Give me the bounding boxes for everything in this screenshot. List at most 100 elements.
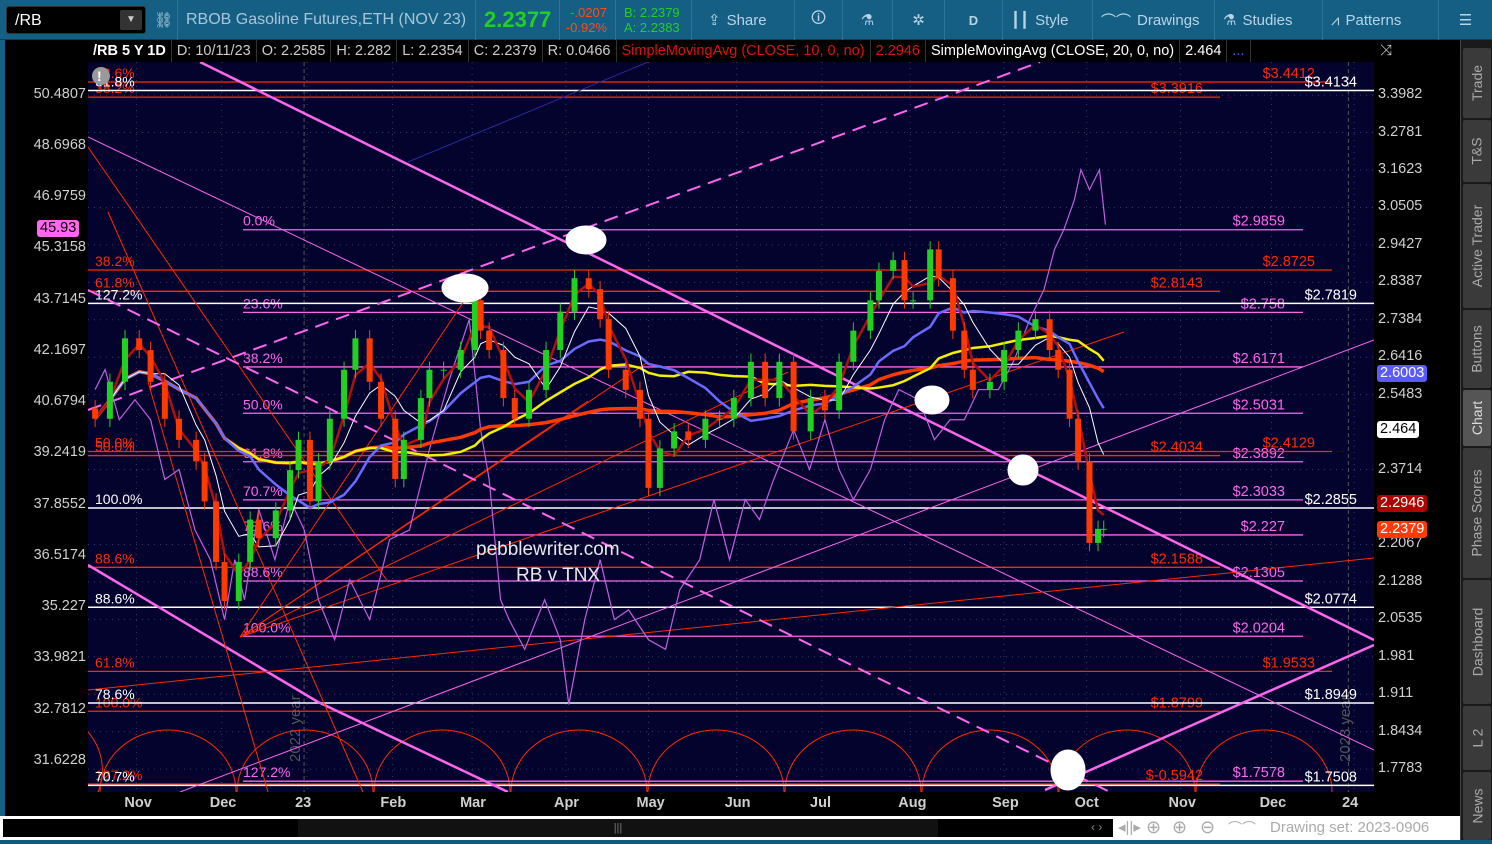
candle-body [272, 510, 279, 539]
link-icon[interactable]: ⛓ [148, 0, 178, 40]
crosshair-icon[interactable]: ⊕ [1146, 817, 1161, 838]
drawing-set-label[interactable]: Drawing set: 2023-0906 [1270, 819, 1429, 836]
price-axis[interactable]: 3.3982 3.2781 3.1623 3.0505 2.9427 2.8387 2.73… [1374, 62, 1460, 816]
aggregation-button[interactable]: D [945, 0, 1003, 40]
symbol-input[interactable]: /RB ▼ [6, 6, 146, 34]
tnx-tick-label: 31.6228 [33, 751, 86, 768]
price-badge: 2.464 [1377, 420, 1420, 438]
candle-body [417, 398, 424, 440]
candle-body [949, 278, 956, 331]
side-tab-news[interactable]: News [1463, 772, 1491, 840]
side-tab-l-2[interactable]: L 2 [1463, 706, 1491, 770]
candle-body [790, 361, 797, 432]
candle-body [1055, 350, 1062, 370]
sma20-label[interactable]: SimpleMovingAvg (CLOSE, 20, 0, no) [926, 40, 1181, 62]
side-tab-chart[interactable]: Chart [1463, 390, 1491, 446]
price-chart[interactable]: 2022 year 2023 year0.0% $2.985923.6% $2.758… [87, 60, 1375, 794]
price-tick-label: 3.0505 [1378, 198, 1423, 215]
cycle-arc [921, 729, 1059, 793]
fib-price-label: $1.7508 [1305, 769, 1357, 785]
share-button[interactable]: ⇪ Share [700, 0, 795, 40]
fib-pct-label: 127.2% [95, 286, 142, 302]
time-tick-label: Nov [1168, 795, 1196, 811]
price-badge: 2.2379 [1377, 520, 1428, 538]
fib-price-label: $-0.5942 [1146, 768, 1203, 784]
candle-body [636, 389, 643, 419]
horizontal-scrollbar[interactable]: ||| ‹ › [3, 819, 1113, 837]
candle-body [935, 249, 942, 279]
candle-body [247, 519, 254, 562]
candle-body [1066, 369, 1073, 419]
candle-body [597, 289, 604, 320]
side-tab-dashboard[interactable]: Dashboard [1463, 580, 1491, 704]
gear-icon[interactable]: ✲ [893, 0, 945, 40]
tnx-tick-label: 33.9821 [33, 649, 86, 666]
info-icon[interactable]: 🛈 [795, 0, 843, 40]
time-tick-label: Oct [1074, 795, 1099, 811]
toolbar: /RB ▼ ⛓ RBOB Gasoline Futures,ETH (NOV 2… [0, 0, 1492, 40]
side-tab-t-s[interactable]: T&S [1463, 120, 1491, 182]
bar-date: D: 10/11/23 [172, 40, 257, 62]
fib-price-label: $2.758 [1241, 296, 1285, 312]
net-change-pct: -0.92% [565, 20, 607, 35]
candle-body [213, 501, 220, 562]
side-tab-trade[interactable]: Trade [1463, 48, 1491, 118]
zoom-out-icon[interactable]: ⊖ [1200, 817, 1215, 838]
side-tab-buttons[interactable]: Buttons [1463, 310, 1491, 388]
year-label: 2022 year [287, 695, 304, 762]
symbol-value: /RB [15, 12, 42, 29]
flask-icon[interactable]: ⚗ [843, 0, 893, 40]
price-tick-label: 2.2067 [1378, 535, 1423, 552]
studies-button[interactable]: ⚗ Studies [1215, 0, 1323, 40]
scroll-arrows-icon[interactable]: ‹ › [1091, 820, 1102, 834]
menu-icon[interactable]: ☰ [1439, 0, 1492, 40]
fib-price-label: $2.4034 [1151, 440, 1203, 456]
price-tick-label: 2.3714 [1378, 460, 1423, 477]
bar-close: C: 2.2379 [469, 40, 543, 62]
patterns-button[interactable]: ⩘ Patterns [1323, 0, 1439, 40]
scrollbar-thumb[interactable]: ||| [298, 819, 938, 837]
sma10-label[interactable]: SimpleMovingAvg (CLOSE, 10, 0, no) [617, 40, 871, 62]
cycle-arc [236, 729, 374, 793]
side-tab-label: Chart [1469, 400, 1486, 436]
fib-pct-label: 50.0% [243, 396, 283, 412]
time-tick-label: Dec [209, 795, 237, 811]
candle-body [1032, 319, 1039, 331]
drawings-icon[interactable]: ⌒⌒ [1228, 818, 1256, 838]
symbol-dropdown-icon[interactable]: ▼ [120, 10, 142, 30]
side-tab-phase-scores[interactable]: Phase Scores [1463, 448, 1491, 578]
candle-body [762, 361, 769, 399]
sma20-value: 2.464 [1180, 40, 1228, 62]
fib-price-label: $2.1588 [1151, 551, 1203, 567]
fib-pct-label: 100.0% [95, 491, 142, 507]
candle-body [867, 300, 874, 331]
candle-body [306, 439, 313, 502]
fib-price-label: $2.7819 [1305, 287, 1357, 303]
time-tick-label: Sep [992, 795, 1019, 811]
fib-price-label: $2.8725 [1263, 254, 1315, 270]
chart-plot-area[interactable]: 2022 year 2023 year 0.0% $2.9859 23.6% $2.758… [87, 60, 1375, 794]
side-tab-label: Buttons [1469, 325, 1486, 373]
cycle-arc [647, 729, 785, 793]
fib-pct-label: 127.2% [243, 764, 290, 780]
side-tab-active-trader[interactable]: Active Trader [1463, 184, 1491, 308]
style-button[interactable]: ┃┃ Style [1003, 0, 1093, 40]
candle-body [201, 461, 208, 502]
bid-price: B: 2.2379 [624, 5, 680, 20]
drawings-button[interactable]: ⌒⌒ Drawings [1093, 0, 1215, 40]
sma10-value: 2.2946 [871, 40, 926, 62]
candle-body [235, 561, 242, 602]
collapse-icon[interactable]: ⤨ [1380, 42, 1392, 59]
candle-body [969, 369, 976, 390]
time-axis[interactable]: Nov Dec 23 Feb Mar Apr May Jun Jul Aug Sep Oct Nov De… [88, 792, 1374, 816]
candle-body [821, 398, 828, 411]
last-price: 2.2377 [476, 0, 560, 40]
more-studies-button[interactable]: ... [1227, 40, 1251, 62]
fib-price-label: $2.3033 [1233, 484, 1285, 500]
fib-price-label: $3.4134 [1305, 74, 1357, 90]
candle-body [287, 470, 294, 511]
expand-icon[interactable]: ◂||▸ [1118, 818, 1141, 836]
zoom-in-icon[interactable]: ⊕ [1172, 817, 1187, 838]
time-tick-label: Nov [124, 795, 152, 811]
tnx-tick-label: 42.1697 [33, 341, 86, 358]
